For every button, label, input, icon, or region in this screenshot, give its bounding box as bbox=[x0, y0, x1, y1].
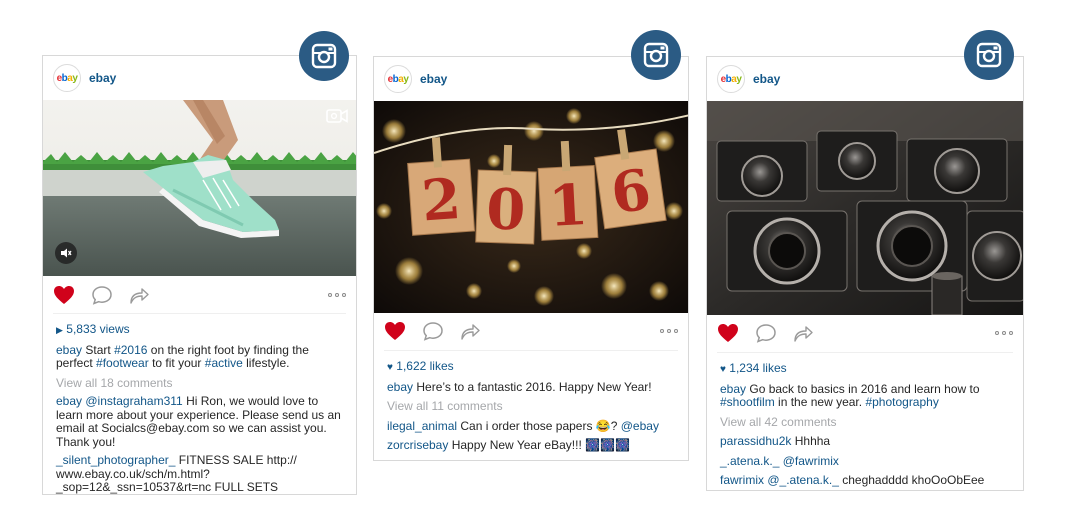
comment: fawrimix @_.atena.k._ cheghadddd khoOoOb… bbox=[720, 473, 1013, 488]
photo-digit: 2 bbox=[420, 166, 463, 235]
username[interactable]: ebay bbox=[89, 71, 116, 85]
caption-username[interactable]: ebay bbox=[387, 380, 413, 394]
comment-bubble-icon[interactable] bbox=[422, 321, 444, 341]
caption-text: Here’s to a fantastic 2016. Happy New Ye… bbox=[413, 379, 652, 394]
comment-username[interactable]: ebay bbox=[56, 394, 82, 408]
comment-text: Hhhha bbox=[791, 434, 831, 448]
speaker-muted-icon bbox=[61, 248, 72, 258]
caption-username[interactable]: ebay bbox=[56, 343, 82, 357]
share-arrow-icon[interactable] bbox=[129, 286, 149, 304]
username[interactable]: ebay bbox=[753, 72, 780, 86]
avatar[interactable]: ebay bbox=[53, 64, 81, 92]
post-photo[interactable] bbox=[707, 101, 1023, 315]
comment-bubble-icon[interactable] bbox=[91, 285, 113, 305]
share-arrow-icon[interactable] bbox=[793, 324, 813, 342]
comment-text: Happy New Year eBay!!! 🎆🎆🎆 bbox=[448, 438, 630, 452]
comment-username[interactable]: ilegal_animal bbox=[387, 419, 457, 433]
comment-username[interactable]: _.atena.k._ bbox=[720, 454, 779, 468]
play-icon: ▶ bbox=[56, 325, 63, 335]
share-arrow-icon[interactable] bbox=[460, 322, 480, 340]
comment: ebay @instagraham311 Hi Ron, we would lo… bbox=[56, 394, 346, 449]
hashtag-link[interactable]: #active bbox=[205, 356, 243, 370]
post-card-2: ebay ebay 2 0 1 6 ♥ 1,622 likes ebay Her… bbox=[373, 56, 689, 461]
comment-bubble-icon[interactable] bbox=[755, 323, 777, 343]
caption: ebay Go back to basics in 2016 and learn… bbox=[720, 381, 1013, 410]
more-options-icon[interactable] bbox=[328, 293, 346, 297]
view-count[interactable]: ▶ 5,833 views bbox=[56, 322, 346, 338]
more-options-icon[interactable] bbox=[995, 331, 1013, 335]
post-body: ▶ 5,833 views ebay Start #2016 on the ri… bbox=[56, 322, 346, 495]
comment-mention[interactable]: @ebay bbox=[621, 419, 659, 433]
action-bar bbox=[384, 318, 678, 344]
small-heart-icon: ♥ bbox=[720, 364, 726, 375]
like-count-label: 1,622 likes bbox=[396, 359, 454, 373]
more-options-icon[interactable] bbox=[660, 329, 678, 333]
post-card-3: ebay ebay ♥ 1,234 likes ebay Go back to … bbox=[706, 56, 1024, 491]
username[interactable]: ebay bbox=[420, 72, 447, 86]
comment-username[interactable]: parassidhu2k bbox=[720, 434, 791, 448]
like-heart-icon[interactable] bbox=[53, 285, 75, 305]
divider bbox=[384, 350, 678, 351]
comment-mention[interactable]: @_.atena.k._ bbox=[764, 473, 839, 487]
comment-username[interactable]: fawrimix bbox=[720, 473, 764, 487]
view-count-label: 5,833 views bbox=[66, 322, 130, 336]
like-count-label: 1,234 likes bbox=[729, 361, 787, 375]
comment: _silent_photographer_ FITNESS SALE http:… bbox=[56, 453, 346, 495]
divider bbox=[53, 313, 346, 314]
photo-digit: 0 bbox=[485, 176, 526, 243]
hashtag-link[interactable]: #photography bbox=[865, 395, 938, 409]
caption-part: Go back to basics in 2016 and learn how … bbox=[746, 381, 980, 396]
divider bbox=[717, 352, 1013, 353]
hashtag-link[interactable]: #2016 bbox=[114, 343, 147, 357]
action-bar bbox=[53, 282, 346, 308]
caption-part: in the new year. bbox=[774, 395, 866, 409]
view-all-comments-link[interactable]: View all 11 comments bbox=[387, 399, 678, 414]
post-card-1: ebay ebay ▶ 5,833 views ebay Start #2016… bbox=[42, 55, 357, 495]
comment-text: Can i order those papers 😂? bbox=[457, 418, 621, 433]
comment-text: cheghadddd khoOoObEee bbox=[838, 473, 985, 487]
comment: _.atena.k._ @fawrimix bbox=[720, 454, 1013, 469]
caption: ebay Here’s to a fantastic 2016. Happy N… bbox=[387, 379, 678, 395]
instagram-logo-icon bbox=[964, 30, 1014, 80]
like-count[interactable]: ♥ 1,622 likes bbox=[387, 359, 678, 375]
comment: parassidhu2k Hhhha bbox=[720, 434, 1013, 449]
caption-part: to fit your bbox=[148, 356, 205, 370]
caption-username[interactable]: ebay bbox=[720, 382, 746, 396]
hashtag-link[interactable]: #footwear bbox=[96, 356, 149, 370]
comment-username[interactable]: _silent_photographer_ bbox=[56, 453, 175, 467]
like-count[interactable]: ♥ 1,234 likes bbox=[720, 361, 1013, 377]
instagram-logo-icon bbox=[299, 31, 349, 81]
caption-text: Start #2016 on the right foot by finding… bbox=[56, 343, 309, 371]
post-body: ♥ 1,234 likes ebay Go back to basics in … bbox=[720, 361, 1013, 488]
post-video[interactable] bbox=[43, 100, 356, 276]
like-heart-icon[interactable] bbox=[384, 321, 406, 341]
comment-username[interactable]: zorcrisebay bbox=[387, 438, 448, 452]
comment-mention[interactable]: @instagraham311 bbox=[85, 394, 182, 408]
view-all-comments-link[interactable]: View all 18 comments bbox=[56, 376, 346, 391]
photo-digit: 1 bbox=[547, 172, 589, 240]
comment-mention[interactable]: @fawrimix bbox=[779, 454, 839, 468]
avatar[interactable]: ebay bbox=[717, 65, 745, 93]
caption: ebay Start #2016 on the right foot by fi… bbox=[56, 343, 346, 371]
hashtag-link[interactable]: #shootfilm bbox=[720, 395, 775, 409]
camera-video-icon bbox=[326, 109, 348, 128]
small-heart-icon: ♥ bbox=[387, 362, 393, 373]
comment: ilegal_animal Can i order those papers 😂… bbox=[387, 418, 678, 434]
mute-button[interactable] bbox=[55, 242, 77, 264]
view-all-comments-link[interactable]: View all 42 comments bbox=[720, 415, 1013, 430]
action-bar bbox=[717, 320, 1013, 346]
post-body: ♥ 1,622 likes ebay Here’s to a fantastic… bbox=[387, 359, 678, 453]
comment: zorcrisebay Happy New Year eBay!!! 🎆🎆🎆 bbox=[387, 438, 678, 453]
instagram-logo-icon bbox=[631, 30, 681, 80]
like-heart-icon[interactable] bbox=[717, 323, 739, 343]
avatar[interactable]: ebay bbox=[384, 65, 412, 93]
post-photo[interactable]: 2 0 1 6 bbox=[374, 101, 688, 313]
caption-part: Start bbox=[85, 342, 115, 357]
caption-part: lifestyle. bbox=[242, 356, 290, 370]
